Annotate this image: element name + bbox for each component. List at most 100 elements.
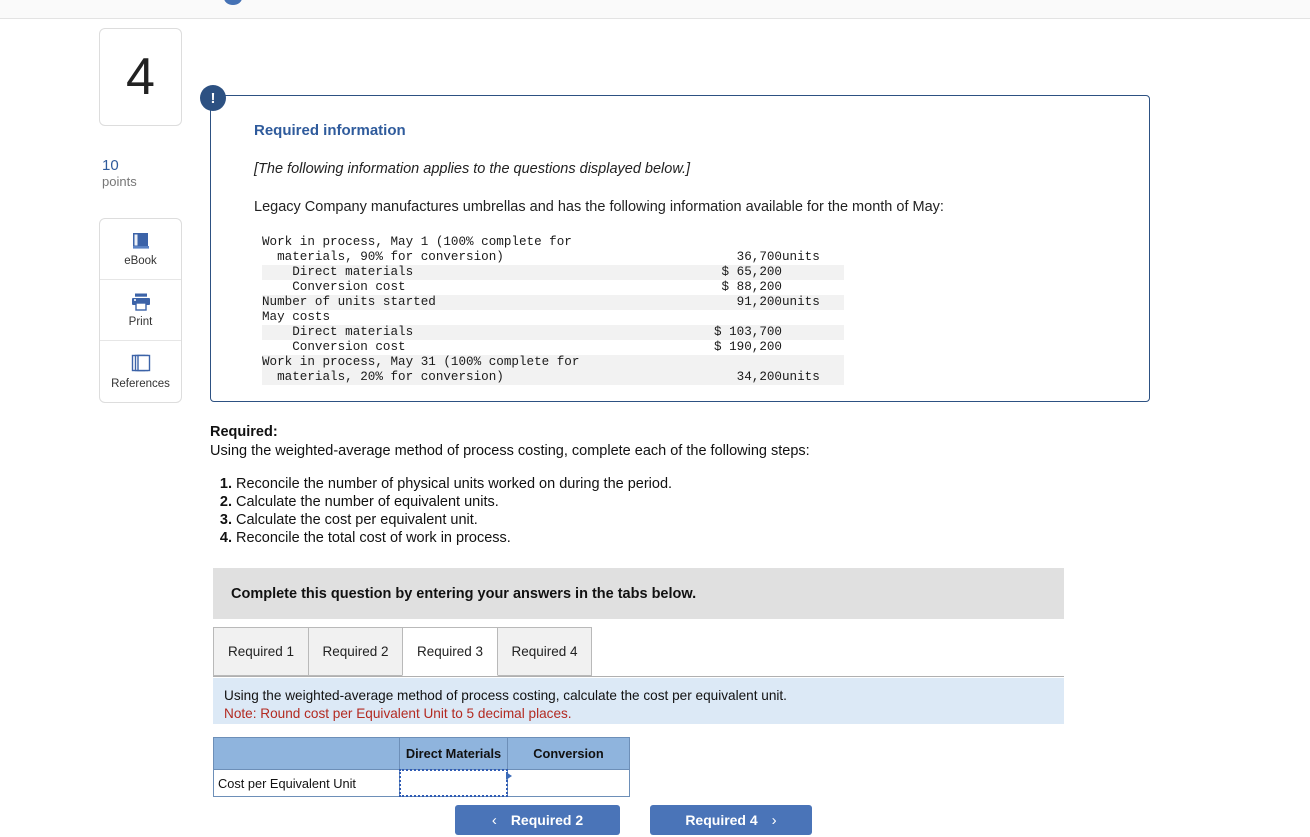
required-step: Calculate the cost per equivalent unit. [236, 511, 1090, 529]
exclamation-icon: ! [200, 85, 226, 111]
answer-table-body: Cost per Equivalent Unit [213, 769, 630, 797]
given-data-table: Work in process, May 1 (100% complete fo… [262, 235, 844, 385]
given-data-row: Direct materials $ 103,700 [262, 325, 844, 340]
answer-cell-direct-materials[interactable] [399, 769, 512, 797]
prev-requirement-label: Required 2 [510, 812, 584, 828]
tab-required-1[interactable]: Required 1 [213, 627, 309, 676]
points-block: 10 points [99, 158, 182, 190]
given-data-unit: units [782, 250, 820, 264]
given-data-label: Direct materials [262, 265, 662, 280]
answer-table-header-row: Direct Materials Conversion [213, 737, 630, 770]
book-icon [130, 231, 152, 251]
chevron-right-icon: › [771, 811, 777, 829]
given-data-value: $ 103,700 [662, 325, 782, 340]
given-data-row: Direct materials $ 65,200 [262, 265, 844, 280]
answer-table-head: Direct Materials Conversion [213, 737, 630, 770]
given-data-unit: units [782, 295, 844, 310]
progress-dot-icon [224, 0, 242, 5]
given-data-row: Conversion cost $ 190,200 [262, 340, 844, 355]
given-data-row: materials, 20% for conversion) 34,200 unit… [262, 370, 844, 385]
print-button[interactable]: Print [100, 280, 181, 341]
given-data-label: materials, 90% for conversion) [262, 250, 504, 264]
page-root: 4 10 points eBook Print References ! Req… [0, 0, 1310, 837]
given-data-unit [782, 325, 844, 340]
given-data-value: $ 88,200 [721, 280, 782, 294]
tab-required-2[interactable]: Required 2 [308, 627, 403, 676]
ebook-button[interactable]: eBook [100, 219, 181, 280]
given-data-unit [782, 310, 844, 325]
given-data-label: May costs [262, 310, 331, 324]
prev-requirement-button[interactable]: ‹ Required 2 [455, 805, 620, 835]
required-steps-list: Reconcile the number of physical units w… [210, 475, 1090, 547]
answer-header-direct-materials: Direct Materials [399, 737, 508, 770]
next-requirement-button[interactable]: Required 4 › [650, 805, 812, 835]
question-number-box: 4 [99, 28, 182, 126]
tool-panel: eBook Print References [99, 218, 182, 403]
instruction-text: Using the weighted-average method of pro… [224, 688, 787, 703]
tab-label: Required 1 [227, 644, 295, 659]
selected-cell-outline [399, 769, 508, 797]
ebook-label: eBook [124, 255, 157, 267]
given-data-unit [782, 355, 844, 370]
tab-required-3[interactable]: Required 3 [402, 627, 498, 676]
callout-italic-note: [The following information applies to th… [254, 161, 691, 177]
given-data-value: 36,700 [736, 250, 782, 264]
given-data-unit [782, 235, 844, 250]
next-requirement-label: Required 4 [685, 812, 758, 828]
given-data-label: Conversion cost [262, 340, 406, 354]
given-data-row: Work in process, May 31 (100% complete f… [262, 355, 844, 370]
given-data-label: Work in process, May 1 (100% complete fo… [262, 235, 572, 249]
given-data-body: Work in process, May 1 (100% complete fo… [262, 235, 844, 385]
tab-label: Required 2 [322, 644, 389, 659]
given-data-row: May costs [262, 310, 844, 325]
given-data-label: Work in process, May 31 (100% complete f… [262, 355, 662, 370]
given-data-value: 34,200 [662, 370, 782, 385]
top-strip [0, 0, 1310, 19]
references-icon [130, 353, 152, 374]
given-data-value [662, 235, 782, 250]
tab-label: Required 4 [511, 644, 578, 659]
question-number: 4 [126, 48, 155, 106]
answer-row-label: Cost per Equivalent Unit [213, 769, 400, 797]
given-data-value: $ 65,200 [662, 265, 782, 280]
required-heading: Required: [210, 424, 278, 440]
points-value: 10 [102, 157, 119, 174]
given-data-row: Conversion cost $ 88,200 [262, 280, 844, 295]
given-data-value: 91,200 [662, 295, 782, 310]
exclamation-glyph: ! [210, 89, 216, 107]
given-data-value: $ 190,200 [713, 340, 782, 354]
given-data-unit [782, 280, 844, 295]
given-data-label: materials, 20% for conversion) [262, 370, 662, 385]
required-subheading: Using the weighted-average method of pro… [210, 443, 810, 459]
callout-heading: Required information [254, 122, 406, 139]
requirement-tabs: Required 1 Required 2 Required 3 Required 4 [213, 627, 1064, 677]
printer-icon [129, 292, 153, 312]
tab-baseline [213, 676, 1064, 677]
complete-question-text: Complete this question by entering your … [231, 585, 697, 602]
given-data-unit [782, 340, 844, 355]
instruction-banner: Using the weighted-average method of pro… [213, 678, 1064, 724]
references-button[interactable]: References [100, 341, 181, 402]
required-block: Required: Using the weighted-average met… [210, 423, 1090, 547]
question-sidebar: 4 10 points eBook Print References [99, 28, 182, 403]
print-label: Print [128, 316, 153, 328]
tab-required-4[interactable]: Required 4 [497, 627, 592, 676]
requirement-navigation: ‹ Required 2 Required 4 › [455, 805, 812, 835]
answer-cell-conversion[interactable] [507, 769, 630, 797]
given-data-row: Number of units started 91,200 units [262, 295, 844, 310]
complete-question-banner: Complete this question by entering your … [213, 568, 1064, 619]
given-data-unit [782, 265, 844, 280]
answer-header-conversion: Conversion [507, 737, 630, 770]
given-data-value [662, 355, 782, 370]
required-step: Reconcile the total cost of work in proc… [236, 529, 1090, 547]
given-data-label: Number of units started [262, 295, 662, 310]
callout-lead-text: Legacy Company manufactures umbrellas an… [254, 199, 944, 215]
instruction-note: Note: Round cost per Equivalent Unit to … [224, 706, 572, 721]
given-data-value [662, 310, 782, 325]
given-data-row: Work in process, May 1 (100% complete fo… [262, 235, 844, 250]
references-label: References [111, 378, 170, 390]
table-row: Cost per Equivalent Unit [213, 769, 630, 797]
answer-table: Direct Materials Conversion Cost per Equ… [213, 737, 630, 797]
given-data-label: Conversion cost [262, 280, 406, 294]
required-step: Calculate the number of equivalent units… [236, 493, 1090, 511]
